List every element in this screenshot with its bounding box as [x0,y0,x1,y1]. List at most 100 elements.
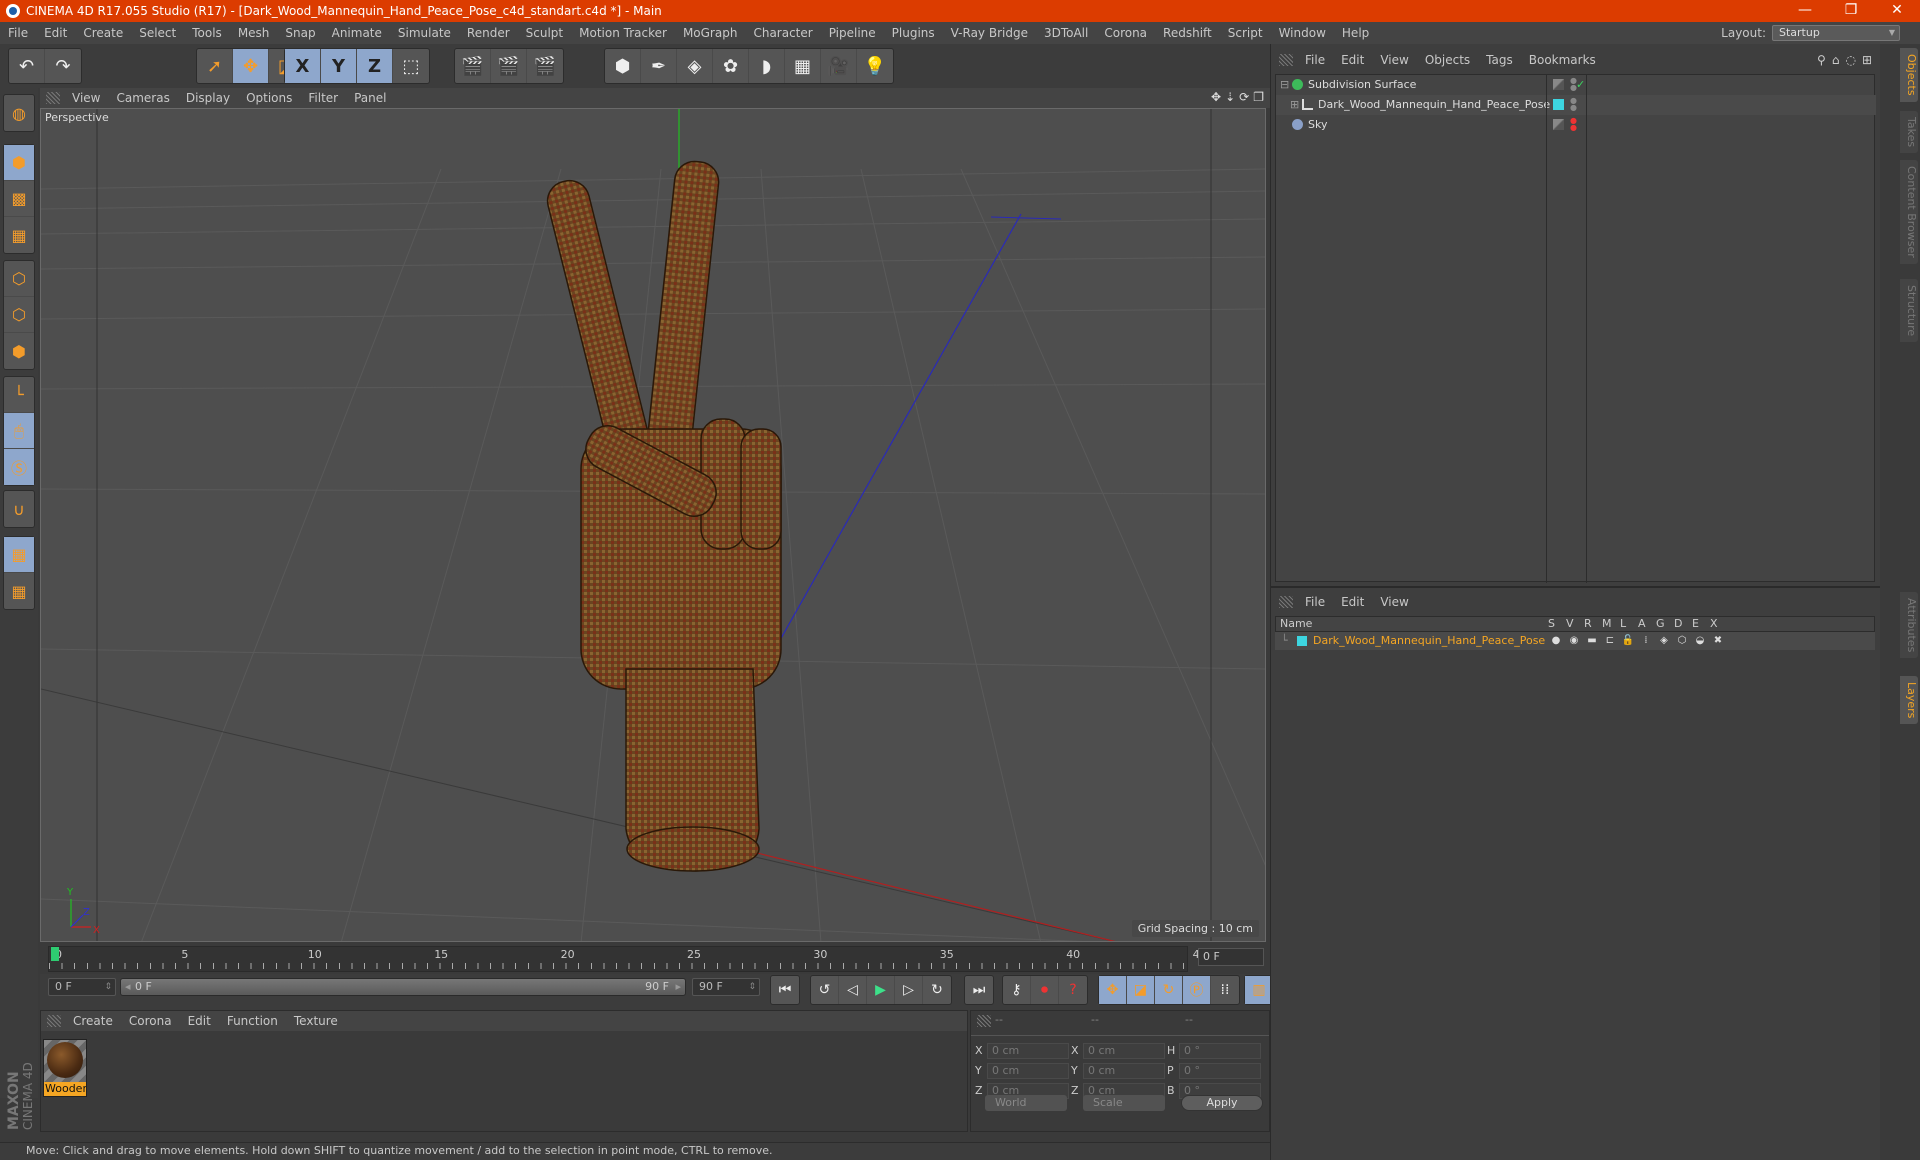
layer-column-name[interactable]: Name [1280,617,1312,631]
menu-plugins[interactable]: Plugins [884,26,943,40]
next-frame-icon[interactable]: ▷ [895,976,923,1004]
scale-key-icon[interactable]: ◪ [1127,976,1155,1004]
viewport-menu-options[interactable]: Options [238,91,300,105]
menu-mograph[interactable]: MoGraph [675,26,746,40]
range-right-arrow-icon[interactable]: ▸ [675,979,681,995]
menu-character[interactable]: Character [745,26,820,40]
playhead[interactable] [51,947,59,961]
layer-color-swatch[interactable] [1297,636,1307,646]
visible-icon[interactable]: ◉ [1565,632,1583,650]
panel-grip-icon[interactable] [47,1015,61,1027]
move-icon[interactable]: ✥ [233,49,269,83]
camera-icon[interactable]: 🎥 [821,49,857,83]
object-row[interactable]: ⊞ Dark_Wood_Mannequin_Hand_Peace_Pose ● ● [1276,95,1876,115]
object-name[interactable]: Subdivision Surface [1308,75,1416,95]
enabled-check-icon[interactable]: ✓ [1576,75,1585,95]
current-frame-field[interactable]: 0 F [1198,948,1264,966]
menu-file[interactable]: File [0,26,36,40]
editor-visibility-icon[interactable] [1553,79,1564,90]
point-level-animation-icon[interactable]: ⁞⁞ [1211,976,1239,1004]
layer-column-v[interactable]: V [1566,617,1574,631]
expressions-icon[interactable]: ◒ [1691,632,1709,650]
menu-animate[interactable]: Animate [324,26,390,40]
tweak-mode-icon[interactable]: 🖱 [4,413,34,449]
object-row[interactable]: Sky ● ● [1276,115,1876,135]
menu-render[interactable]: Render [459,26,518,40]
side-tab-takes[interactable]: Takes [1900,111,1918,154]
object-row[interactable]: ⊟ Subdivision Surface ● ● ✓ [1276,75,1876,95]
deformer-bend-icon[interactable]: ◗ [749,49,785,83]
manager-icon[interactable]: ⊏ [1601,632,1619,650]
render-view-icon[interactable]: 🎬 [455,49,491,83]
light-icon[interactable]: 💡 [857,49,893,83]
material-menu-edit[interactable]: Edit [180,1014,219,1028]
object-menu-edit[interactable]: Edit [1333,53,1372,67]
coord-field-position-x[interactable]: 0 cm [987,1043,1069,1059]
position-key-icon[interactable]: ✥ [1099,976,1127,1004]
workplane-mode-icon[interactable]: ▦ [4,217,34,253]
viewport-menu-display[interactable]: Display [178,91,238,105]
menu-corona[interactable]: Corona [1096,26,1155,40]
search-icon[interactable]: ⚲ [1817,53,1826,67]
go-to-end-icon[interactable]: ⏭ [965,976,993,1004]
coord-field-position-y[interactable]: 0 cm [987,1063,1069,1079]
coord-field-size-x[interactable]: 0 cm [1083,1043,1165,1059]
magnet-icon[interactable]: ∪ [4,491,34,527]
panel-grip-icon[interactable] [1279,596,1293,608]
transform-mode-dropdown[interactable]: Scale [1083,1095,1165,1111]
mograph-cloner-icon[interactable]: ✿ [713,49,749,83]
cube-icon[interactable]: ⬢ [605,49,641,83]
x-axis-icon[interactable]: X [285,49,321,83]
xrefs-icon[interactable]: ✖ [1709,632,1727,650]
keyframe-selection-icon[interactable]: ? [1059,976,1087,1004]
z-axis-icon[interactable]: Z [357,49,393,83]
menu-redshift[interactable]: Redshift [1155,26,1220,40]
record-keys-icon[interactable]: ⚷ [1003,976,1031,1004]
subdivision-surface-icon[interactable]: ◈ [677,49,713,83]
maximize-view-icon[interactable]: ❐ [1253,90,1264,104]
menu-pipeline[interactable]: Pipeline [821,26,884,40]
viewport-perspective[interactable]: Y X Z Perspective Grid Spacing : 10 cm [40,108,1266,942]
deformers-icon[interactable]: ⬡ [1673,632,1691,650]
undo-icon[interactable]: ↶ [9,49,45,83]
object-name[interactable]: Dark_Wood_Mannequin_Hand_Peace_Pose [1318,95,1550,115]
menu-v-ray-bridge[interactable]: V-Ray Bridge [943,26,1036,40]
coord-field-size-y[interactable]: 0 cm [1083,1063,1165,1079]
planar-workplane-icon[interactable]: ▦ [4,573,34,609]
menu-edit[interactable]: Edit [36,26,75,40]
side-tab-attributes[interactable]: Attributes [1900,592,1918,659]
menu-help[interactable]: Help [1334,26,1377,40]
viewport-menu-panel[interactable]: Panel [346,91,394,105]
frame-range-slider[interactable]: ◂ 0 F 90 F ▸ [120,978,686,996]
render-visibility-dots[interactable]: ● ● [1570,97,1577,112]
timeline-icon[interactable]: ▥ [1245,976,1273,1004]
layer-menu-file[interactable]: File [1297,595,1333,609]
parameter-key-icon[interactable]: Ⓟ [1183,976,1211,1004]
previous-frame-icon[interactable]: ◁ [839,976,867,1004]
pen-spline-icon[interactable]: ✒ [641,49,677,83]
new-window-icon[interactable]: ⊞ [1862,53,1872,67]
play-icon[interactable]: ▶ [867,976,895,1004]
menu-window[interactable]: Window [1271,26,1334,40]
layer-column-d[interactable]: D [1674,617,1682,631]
layer-color-tag[interactable] [1553,99,1564,110]
y-axis-icon[interactable]: Y [321,49,357,83]
side-tab-objects[interactable]: Objects [1900,48,1918,102]
viewport-menu-view[interactable]: View [64,91,108,105]
make-editable-icon[interactable]: ◍ [4,95,34,131]
menu-script[interactable]: Script [1220,26,1271,40]
snap-icon[interactable]: Ⓢ [4,449,34,485]
layer-row[interactable]: └ Dark_Wood_Mannequin_Hand_Peace_Pose ● ◉… [1275,632,1875,650]
close-button[interactable]: ✕ [1874,0,1920,22]
render-visibility-dots[interactable]: ● ● [1570,117,1577,132]
texture-mode-icon[interactable]: ▩ [4,181,34,217]
expand-toggle-icon[interactable]: ⊟ [1280,75,1289,95]
layer-column-e[interactable]: E [1692,617,1699,631]
apply-button[interactable]: Apply [1181,1095,1263,1111]
layer-column-l[interactable]: L [1620,617,1626,631]
coordinate-space-dropdown[interactable]: World [985,1095,1067,1111]
render-picture-viewer-icon[interactable]: 🎬 [491,49,527,83]
model-mode-icon[interactable]: ⬢ [4,145,34,181]
menu-select[interactable]: Select [131,26,184,40]
rotation-key-icon[interactable]: ↻ [1155,976,1183,1004]
